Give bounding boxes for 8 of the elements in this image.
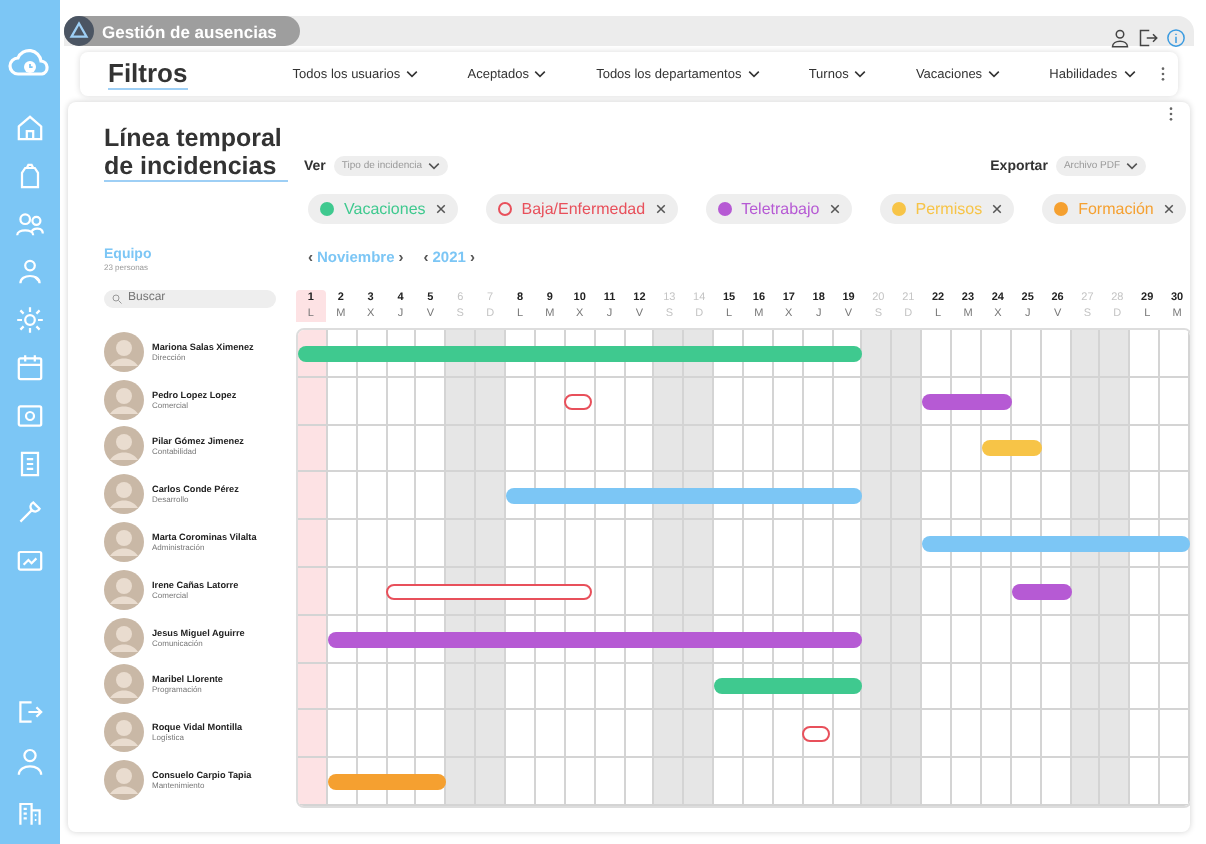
legend-label: Vacaciones bbox=[344, 200, 426, 218]
legend-label: Formación bbox=[1078, 200, 1154, 218]
filters-title: Filtros bbox=[108, 58, 188, 90]
legend-label: Permisos bbox=[915, 200, 983, 218]
legend-label: Teletrabajo bbox=[741, 200, 820, 218]
timeline-title: Línea temporal de incidencias bbox=[104, 124, 288, 182]
app-title: Gestión de ausencias bbox=[102, 21, 277, 41]
legend-label: Baja/Enfermedad bbox=[521, 200, 646, 218]
